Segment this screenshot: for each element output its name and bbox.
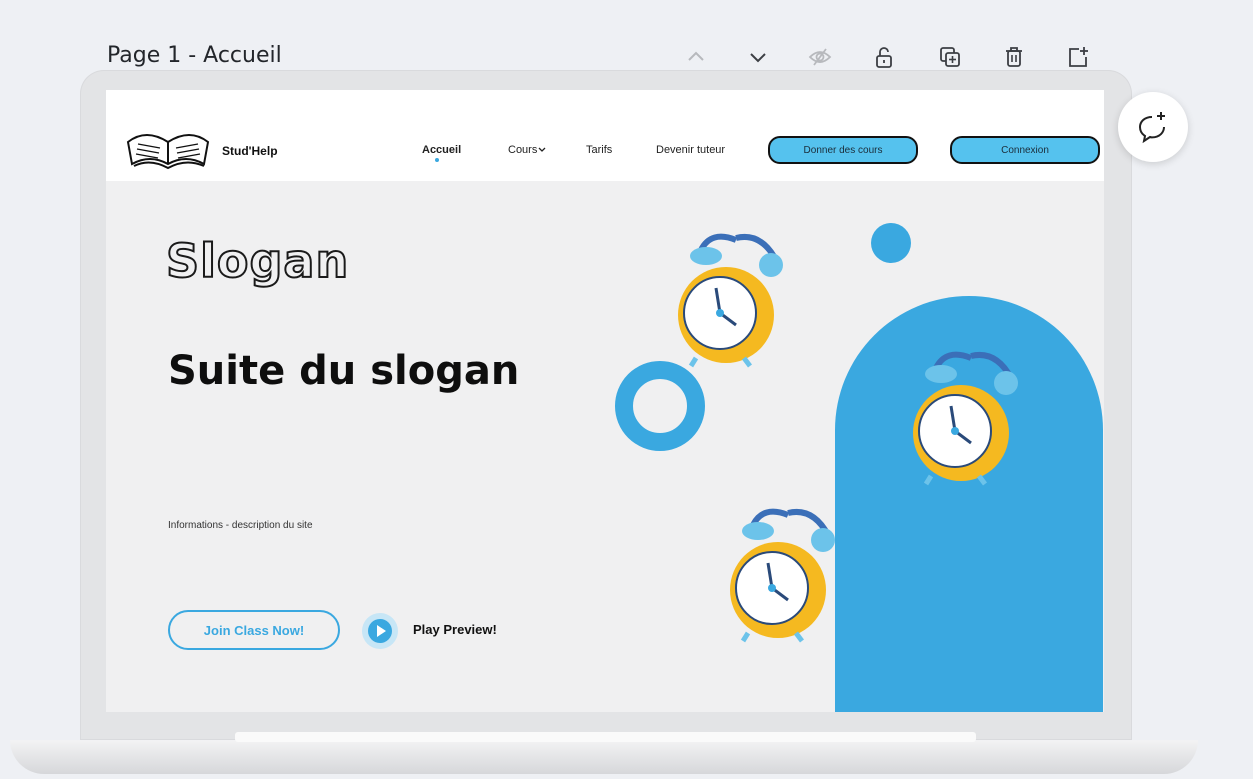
brand-name[interactable]: Stud'Help <box>222 144 278 158</box>
hero-subslogan[interactable]: Suite du slogan <box>168 348 519 394</box>
book-logo-icon <box>126 134 210 170</box>
hide-icon[interactable] <box>804 40 836 74</box>
comment-add-icon <box>1138 112 1165 144</box>
page-toolbar <box>0 40 1253 74</box>
nav-item-label: Cours <box>508 144 538 156</box>
alarm-clock-icon <box>730 508 835 643</box>
website-canvas[interactable]: Stud'Help Accueil Cours Tarifs Devenir t… <box>106 90 1104 712</box>
alarm-clock-icon <box>913 351 1018 486</box>
add-page-icon[interactable] <box>1062 40 1094 74</box>
play-preview-link[interactable]: Play Preview! <box>413 622 497 637</box>
give-courses-button[interactable]: Donner des cours <box>768 136 918 164</box>
hero-description[interactable]: Informations - description du site <box>168 520 313 531</box>
nav-item-cours[interactable]: Cours <box>508 144 546 156</box>
chevron-down-icon[interactable] <box>742 40 774 74</box>
play-icon[interactable] <box>362 613 398 649</box>
chevron-down-icon <box>538 147 546 152</box>
chevron-up-icon[interactable] <box>680 40 712 74</box>
unlock-icon[interactable] <box>868 40 900 74</box>
login-button[interactable]: Connexion <box>950 136 1100 164</box>
laptop-base-notch <box>235 732 976 742</box>
active-indicator <box>435 158 439 162</box>
alarm-clock-icon <box>678 233 783 368</box>
nav-item-devenir-tuteur[interactable]: Devenir tuteur <box>656 144 725 156</box>
laptop-base <box>10 740 1198 774</box>
add-comment-button[interactable] <box>1118 92 1188 162</box>
site-navbar: Stud'Help Accueil Cours Tarifs Devenir t… <box>106 90 1104 181</box>
join-class-button[interactable]: Join Class Now! <box>168 610 340 650</box>
nav-item-tarifs[interactable]: Tarifs <box>586 144 612 156</box>
duplicate-icon[interactable] <box>934 40 966 74</box>
trash-icon[interactable] <box>998 40 1030 74</box>
hero-slogan[interactable]: Slogan <box>165 233 349 289</box>
nav-item-accueil[interactable]: Accueil <box>422 144 461 156</box>
